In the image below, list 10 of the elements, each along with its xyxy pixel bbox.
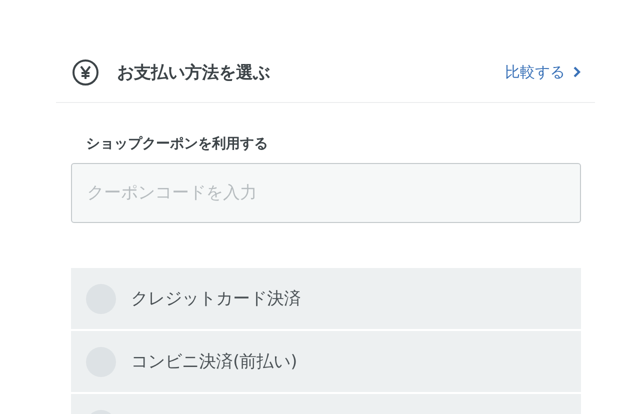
- payment-option[interactable]: クレジットカード決済: [71, 268, 581, 329]
- compare-link[interactable]: 比較する: [505, 62, 581, 82]
- option-label: クレジットカード決済: [131, 288, 301, 310]
- coupon-label: ショップクーポンを利用する: [86, 135, 269, 153]
- section-title: お支払い方法を選ぶ: [117, 62, 271, 84]
- yen-icon: [72, 58, 99, 86]
- payment-option[interactable]: コンビニ決済(前払い): [71, 331, 581, 392]
- chevron-right-icon: [573, 66, 581, 78]
- option-label: コンビニ決済(前払い): [131, 351, 298, 373]
- coupon-code-field[interactable]: クーポンコードを入力: [71, 163, 581, 223]
